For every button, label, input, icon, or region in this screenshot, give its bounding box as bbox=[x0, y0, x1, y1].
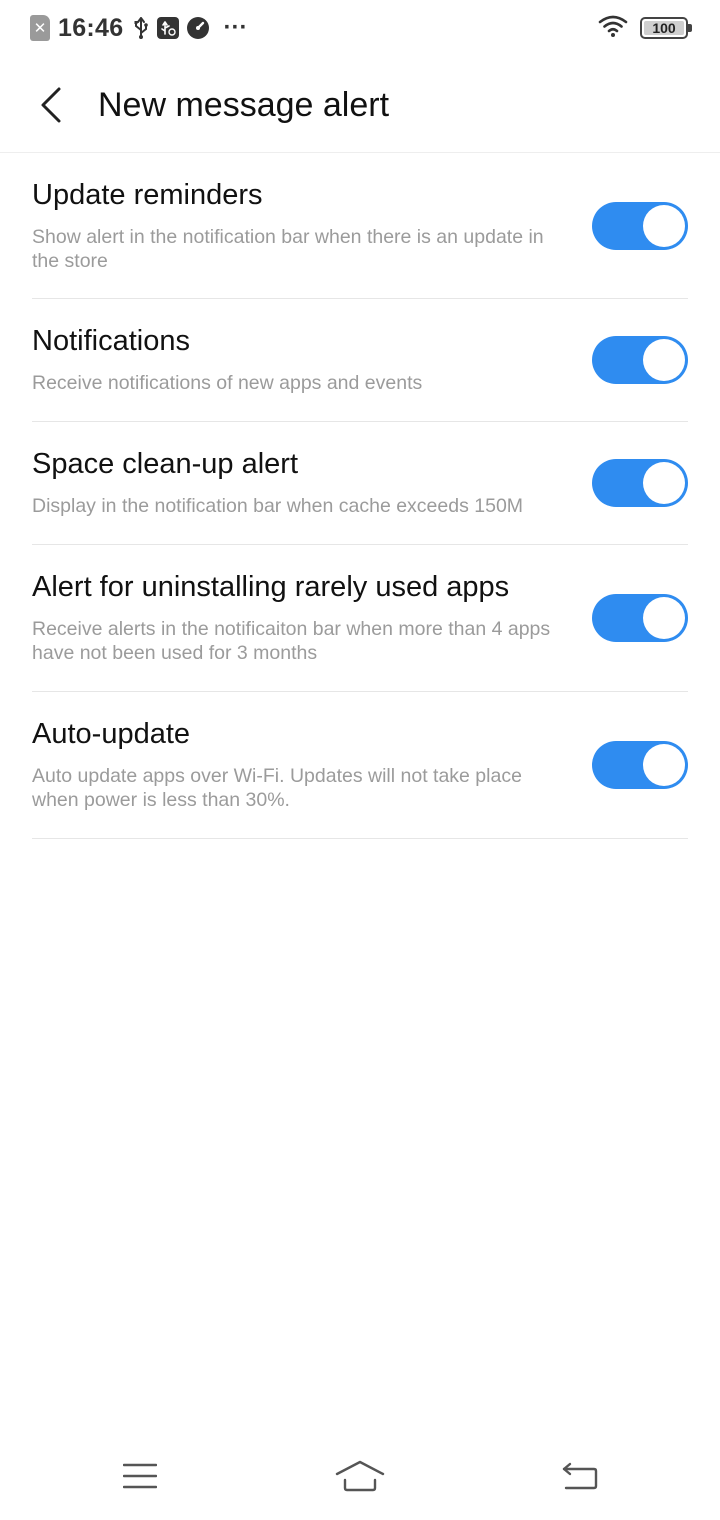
setting-update-reminders: Update reminders Show alert in the notif… bbox=[32, 153, 688, 299]
menu-icon bbox=[123, 1463, 157, 1489]
setting-title: Alert for uninstalling rarely used apps bbox=[32, 571, 510, 603]
page-title: New message alert bbox=[98, 86, 390, 124]
setting-auto-update: Auto-update Auto update apps over Wi-Fi.… bbox=[32, 692, 688, 839]
wifi-icon bbox=[598, 14, 628, 43]
system-back-button[interactable] bbox=[549, 1454, 609, 1498]
back-icon bbox=[562, 1462, 598, 1490]
navigation-bar bbox=[0, 1434, 720, 1520]
notifications-toggle[interactable] bbox=[592, 336, 688, 384]
status-bar: ✕ 16:46 ··· 100 bbox=[0, 0, 720, 56]
home-button[interactable] bbox=[330, 1454, 390, 1498]
usb-debug-icon bbox=[157, 17, 180, 39]
back-button[interactable] bbox=[26, 78, 76, 132]
setting-space-clean-up-alert: Space clean-up alert Display in the noti… bbox=[32, 422, 688, 545]
setting-description: Receive notifications of new apps and ev… bbox=[32, 372, 423, 394]
battery-level: 100 bbox=[652, 20, 676, 36]
setting-description: Display in the notification bar when cac… bbox=[32, 495, 524, 517]
setting-title: Space clean-up alert bbox=[32, 448, 298, 480]
menu-button[interactable] bbox=[110, 1454, 170, 1498]
home-icon bbox=[335, 1460, 385, 1492]
settings-list: Update reminders Show alert in the notif… bbox=[32, 153, 688, 839]
setting-title: Notifications bbox=[32, 325, 190, 357]
app-header: New message alert bbox=[0, 56, 720, 153]
setting-description: Auto update apps over Wi-Fi. Updates wil… bbox=[32, 765, 522, 811]
setting-uninstall-rarely-used-alert: Alert for uninstalling rarely used apps … bbox=[32, 545, 688, 692]
setting-notifications: Notifications Receive notifications of n… bbox=[32, 299, 688, 422]
update-reminders-toggle[interactable] bbox=[592, 202, 688, 250]
speed-icon bbox=[187, 17, 210, 39]
setting-description: Show alert in the notification bar when … bbox=[32, 226, 544, 272]
setting-description: Receive alerts in the notificaiton bar w… bbox=[32, 618, 551, 664]
setting-title: Update reminders bbox=[32, 179, 263, 211]
auto-update-toggle[interactable] bbox=[592, 741, 688, 789]
setting-title: Auto-update bbox=[32, 718, 191, 750]
status-bar-right: 100 bbox=[598, 14, 692, 43]
battery-indicator: 100 bbox=[640, 17, 692, 39]
more-dots-icon: ··· bbox=[223, 14, 248, 41]
uninstall-alert-toggle[interactable] bbox=[592, 594, 688, 642]
usb-icon bbox=[133, 16, 149, 40]
back-arrow-icon bbox=[41, 87, 61, 123]
status-bar-left: ✕ 16:46 ··· bbox=[30, 14, 255, 42]
space-clean-up-toggle[interactable] bbox=[592, 459, 688, 507]
status-time: 16:46 bbox=[58, 13, 124, 42]
sim-absent-icon: ✕ bbox=[30, 15, 50, 41]
